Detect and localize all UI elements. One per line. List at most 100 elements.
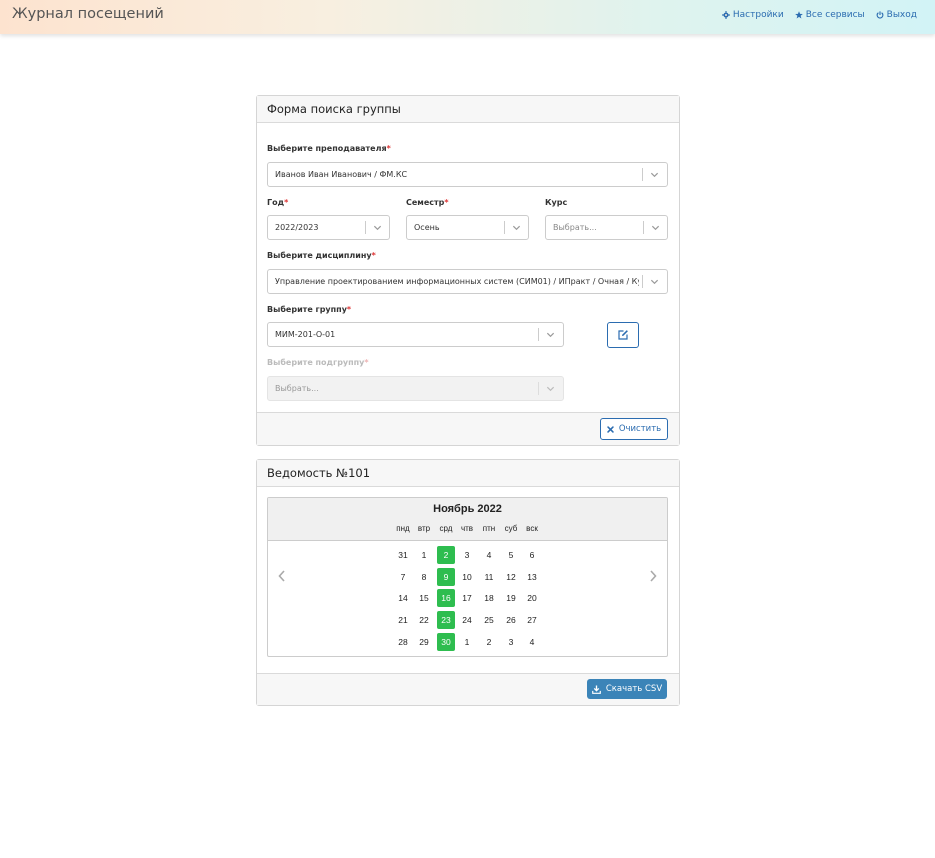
statement-card-footer: Скачать CSV — [257, 673, 679, 705]
calendar-day[interactable]: 15 — [415, 589, 433, 607]
calendar-day[interactable]: 3 — [502, 633, 520, 651]
calendar-day[interactable]: 6 — [523, 546, 541, 564]
calendar-day[interactable]: 31 — [394, 546, 412, 564]
course-select-placeholder: Выбрать... — [553, 223, 597, 232]
edit-group-button[interactable] — [607, 322, 639, 348]
teacher-label-text: Выберите преподавателя — [267, 144, 387, 153]
calendar-day[interactable]: 4 — [480, 546, 498, 564]
chevron-left-icon[interactable] — [277, 569, 287, 583]
download-icon — [591, 684, 601, 694]
chevron-down-icon[interactable] — [546, 330, 555, 339]
teacher-select[interactable]: Иванов Иван Иванович / ФМ.КС — [267, 162, 668, 187]
discipline-select[interactable]: Управление проектированием информационны… — [267, 269, 668, 294]
calendar-day[interactable]: 22 — [415, 611, 433, 629]
chevron-down-icon[interactable] — [650, 170, 659, 179]
year-label: Год* — [267, 198, 288, 207]
calendar-day-highlighted[interactable]: 23 — [437, 611, 455, 630]
select-separator — [365, 221, 366, 234]
top-navbar: Журнал посещений Настройки Все сервисы В… — [0, 0, 935, 34]
calendar-day[interactable]: 25 — [480, 611, 498, 629]
calendar-day[interactable]: 2 — [480, 633, 498, 651]
calendar-day[interactable]: 26 — [502, 611, 520, 629]
subgroup-select: Выбрать... — [267, 376, 564, 401]
calendar-day-highlighted[interactable]: 16 — [437, 589, 455, 608]
calendar-day-highlighted[interactable]: 2 — [437, 546, 455, 564]
calendar-day[interactable]: 17 — [458, 589, 476, 607]
calendar-day[interactable]: 5 — [502, 546, 520, 564]
clear-button[interactable]: Очистить — [600, 418, 668, 440]
semester-label: Семестр* — [406, 198, 449, 207]
top-nav-links: Настройки Все сервисы Выход — [721, 10, 917, 20]
all-services-link[interactable]: Все сервисы — [794, 10, 865, 20]
weekday-header: суб — [504, 524, 518, 533]
calendar-day[interactable]: 13 — [523, 568, 541, 586]
chevron-down-icon[interactable] — [512, 223, 521, 232]
subgroup-label-text: Выберите подгруппу — [267, 358, 365, 367]
logout-link-label: Выход — [886, 10, 917, 20]
weekday-header: вск — [526, 524, 538, 533]
close-icon — [607, 425, 614, 433]
app-title[interactable]: Журнал посещений — [12, 6, 164, 22]
year-label-text: Год — [267, 198, 285, 207]
semester-select-value: Осень — [414, 223, 440, 232]
calendar: Ноябрь 2022 пнд втр срд чтв птн суб вск 31 1 2 3 4… — [267, 497, 668, 657]
chevron-down-icon[interactable] — [651, 223, 660, 232]
discipline-label-text: Выберите дисциплину — [267, 251, 372, 260]
teacher-label: Выберите преподавателя* — [267, 144, 391, 153]
settings-link-label: Настройки — [732, 10, 784, 20]
calendar-day[interactable]: 1 — [415, 546, 433, 564]
year-select-value: 2022/2023 — [275, 223, 319, 232]
calendar-day[interactable]: 10 — [458, 568, 476, 586]
select-separator — [643, 221, 644, 234]
download-csv-button-label: Скачать CSV — [605, 684, 663, 694]
calendar-day[interactable]: 27 — [523, 611, 541, 629]
calendar-day[interactable]: 3 — [458, 546, 476, 564]
weekday-header: чтв — [460, 524, 474, 533]
course-select[interactable]: Выбрать... — [545, 215, 668, 240]
select-separator — [538, 328, 539, 341]
calendar-day[interactable]: 21 — [394, 611, 412, 629]
calendar-day[interactable]: 28 — [394, 633, 412, 651]
course-label: Курс — [545, 198, 568, 207]
weekday-header: птн — [482, 524, 496, 533]
gear-icon — [721, 11, 730, 19]
calendar-header: Ноябрь 2022 пнд втр срд чтв птн суб вск — [268, 498, 667, 541]
calendar-day[interactable]: 18 — [480, 589, 498, 607]
calendar-day[interactable]: 4 — [523, 633, 541, 651]
calendar-day[interactable]: 11 — [480, 568, 498, 586]
required-mark: * — [364, 358, 369, 367]
calendar-day[interactable]: 29 — [415, 633, 433, 651]
group-search-card-footer: Очистить — [257, 412, 679, 445]
calendar-day-highlighted[interactable]: 9 — [437, 567, 455, 586]
calendar-day-highlighted[interactable]: 30 — [437, 632, 455, 651]
calendar-month-title: Ноябрь 2022 — [433, 503, 502, 515]
semester-label-text: Семестр — [406, 198, 445, 207]
statement-title: Ведомость №101 — [257, 460, 679, 487]
year-select[interactable]: 2022/2023 — [267, 215, 390, 240]
select-separator — [642, 168, 643, 181]
logout-link[interactable]: Выход — [876, 10, 917, 20]
power-icon — [876, 11, 884, 19]
chevron-down-icon[interactable] — [373, 223, 382, 232]
chevron-down-icon[interactable] — [650, 277, 659, 286]
required-mark: * — [346, 305, 352, 314]
discipline-select-value: Управление проектированием информационны… — [275, 277, 639, 286]
calendar-day[interactable]: 1 — [458, 633, 476, 651]
calendar-day[interactable]: 8 — [415, 568, 433, 586]
calendar-day[interactable]: 20 — [523, 589, 541, 607]
semester-select[interactable]: Осень — [406, 215, 529, 240]
weekday-header: срд — [439, 524, 453, 533]
group-label-text: Выберите группу — [267, 305, 347, 314]
download-csv-button[interactable]: Скачать CSV — [587, 679, 667, 699]
settings-link[interactable]: Настройки — [721, 10, 784, 20]
calendar-day[interactable]: 14 — [394, 589, 412, 607]
calendar-day[interactable]: 19 — [502, 589, 520, 607]
chevron-right-icon[interactable] — [648, 569, 658, 583]
calendar-day[interactable]: 12 — [502, 568, 520, 586]
subgroup-select-placeholder: Выбрать... — [275, 384, 319, 393]
calendar-day[interactable]: 7 — [394, 568, 412, 586]
group-select[interactable]: МИМ-201-О-01 — [267, 322, 564, 347]
calendar-day[interactable]: 24 — [458, 611, 476, 629]
required-mark: * — [444, 198, 449, 207]
teacher-select-value: Иванов Иван Иванович / ФМ.КС — [275, 170, 408, 179]
